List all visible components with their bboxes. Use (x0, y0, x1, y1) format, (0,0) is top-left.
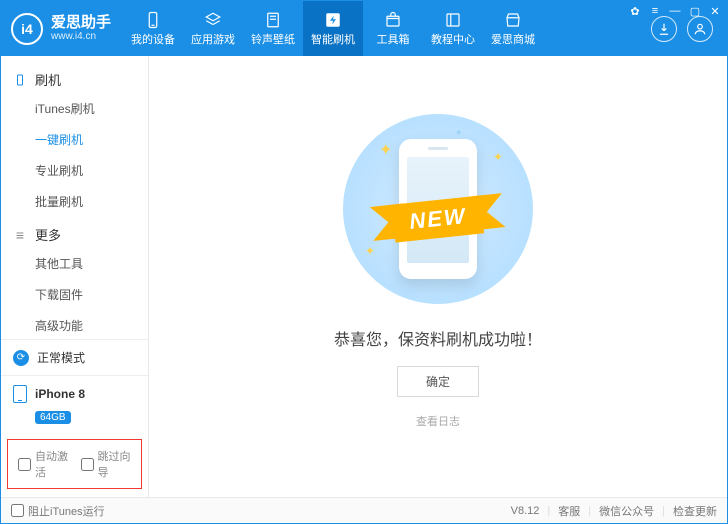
sparkle-icon: ✦ (455, 128, 463, 139)
window-sys-bar: ✿ ≡ — ▢ ✕ (628, 4, 722, 18)
check-update-link[interactable]: 检查更新 (673, 503, 717, 519)
phone-icon (13, 385, 27, 403)
nav-apps[interactable]: 应用游戏 (183, 1, 243, 56)
sidebar-item[interactable]: 一键刷机 (1, 124, 148, 155)
app-window: ✿ ≡ — ▢ ✕ i4 爱思助手 www.i4.cn 我的设备应用游戏铃声壁纸… (0, 0, 728, 524)
nav-label: 教程中心 (431, 31, 475, 47)
box-icon (383, 11, 403, 29)
sidebar-item[interactable]: 其他工具 (1, 248, 148, 279)
phone-icon (13, 73, 27, 87)
sidebar-item[interactable]: 下载固件 (1, 279, 148, 310)
ok-button[interactable]: 确定 (397, 366, 479, 397)
sidebar-item[interactable]: iTunes刷机 (1, 93, 148, 124)
device-name: iPhone 8 (35, 387, 85, 401)
nav-note[interactable]: 铃声壁纸 (243, 1, 303, 56)
device-row[interactable]: iPhone 8 64GB (1, 376, 148, 433)
nav-label: 铃声壁纸 (251, 31, 295, 47)
sidebar-list: 刷机 iTunes刷机一键刷机专业刷机批量刷机 ≡ 更多其他工具下载固件高级功能 (1, 56, 148, 339)
group-title: 更多 (35, 225, 61, 244)
storage-badge: 64GB (35, 411, 71, 424)
sparkle-icon: ✦ (379, 140, 392, 160)
nav-phone[interactable]: 我的设备 (123, 1, 183, 56)
minimize-button[interactable]: — (668, 4, 682, 18)
user-button[interactable] (687, 16, 713, 42)
view-log-link[interactable]: 查看日志 (416, 413, 460, 429)
apps-icon (203, 11, 223, 29)
auto-activate-checkbox[interactable]: 自动激活 (18, 448, 69, 480)
brand-name: 爱思助手 (51, 15, 111, 32)
auto-activate-label: 自动激活 (35, 448, 69, 480)
skip-guide-checkbox[interactable]: 跳过向导 (81, 448, 132, 480)
skip-guide-label: 跳过向导 (98, 448, 132, 480)
nav-label: 工具箱 (377, 31, 410, 47)
support-link[interactable]: 客服 (558, 503, 580, 519)
wechat-link[interactable]: 微信公众号 (599, 503, 654, 519)
success-illustration: ✦ ✦ ✦ ✦ NEW (343, 114, 533, 304)
block-itunes-label: 阻止iTunes运行 (28, 503, 105, 519)
main-content: ✦ ✦ ✦ ✦ NEW 恭喜您，保资料刷机成功啦！ 确定 查看日志 (149, 56, 727, 497)
device-mode-row[interactable]: ⟳ 正常模式 (1, 340, 148, 376)
sidebar-bottom: ⟳ 正常模式 iPhone 8 64GB 自动激活 跳过向导 (1, 339, 148, 497)
version-label: V8.12 (511, 505, 540, 517)
sidebar-group-1: ≡ 更多 (1, 217, 148, 248)
success-message: 恭喜您，保资料刷机成功啦！ (334, 326, 542, 350)
sparkle-icon: ✦ (493, 150, 503, 164)
block-itunes-checkbox[interactable]: 阻止iTunes运行 (11, 503, 105, 519)
header: i4 爱思助手 www.i4.cn 我的设备应用游戏铃声壁纸智能刷机 工具箱 教程中… (1, 1, 727, 56)
nav-flash[interactable]: 智能刷机 (303, 1, 363, 56)
body: 刷机 iTunes刷机一键刷机专业刷机批量刷机 ≡ 更多其他工具下载固件高级功能 ⟳ … (1, 56, 727, 497)
nav-shop[interactable]: 爱思商城 (483, 1, 543, 56)
brand-logo-icon: i4 (11, 13, 43, 45)
sparkle-icon: ✦ (365, 244, 375, 258)
footer: 阻止iTunes运行 V8.12 | 客服 | 微信公众号 | 检查更新 (1, 497, 727, 523)
menu-button[interactable]: ≡ (648, 4, 662, 18)
maximize-button[interactable]: ▢ (688, 4, 702, 18)
sidebar-item[interactable]: 专业刷机 (1, 155, 148, 186)
sidebar-item[interactable]: 批量刷机 (1, 186, 148, 217)
nav-box[interactable]: 工具箱 (363, 1, 423, 56)
group-title: 刷机 (35, 70, 61, 89)
close-button[interactable]: ✕ (708, 4, 722, 18)
nav-label: 爱思商城 (491, 31, 535, 47)
nav-book[interactable]: 教程中心 (423, 1, 483, 56)
download-button[interactable] (651, 16, 677, 42)
brand-url: www.i4.cn (51, 31, 111, 42)
flash-options-row: 自动激活 跳过向导 (7, 439, 142, 489)
phone-icon (143, 11, 163, 29)
sidebar-item[interactable]: 高级功能 (1, 310, 148, 339)
mode-icon: ⟳ (13, 350, 29, 366)
note-icon (263, 11, 283, 29)
book-icon (443, 11, 463, 29)
top-nav: 我的设备应用游戏铃声壁纸智能刷机 工具箱 教程中心爱思商城 (123, 1, 543, 56)
nav-label: 我的设备 (131, 31, 175, 47)
nav-label: 应用游戏 (191, 31, 235, 47)
sidebar-group-0: 刷机 (1, 62, 148, 93)
brand: i4 爱思助手 www.i4.cn (1, 13, 123, 45)
shop-icon (503, 11, 523, 29)
skin-button[interactable]: ✿ (628, 4, 642, 18)
flash-icon (323, 11, 343, 29)
header-actions (637, 16, 727, 42)
more-icon: ≡ (13, 228, 27, 242)
device-mode-label: 正常模式 (37, 349, 85, 366)
nav-label: 智能刷机 (311, 31, 355, 47)
sidebar: 刷机 iTunes刷机一键刷机专业刷机批量刷机 ≡ 更多其他工具下载固件高级功能 ⟳ … (1, 56, 149, 497)
